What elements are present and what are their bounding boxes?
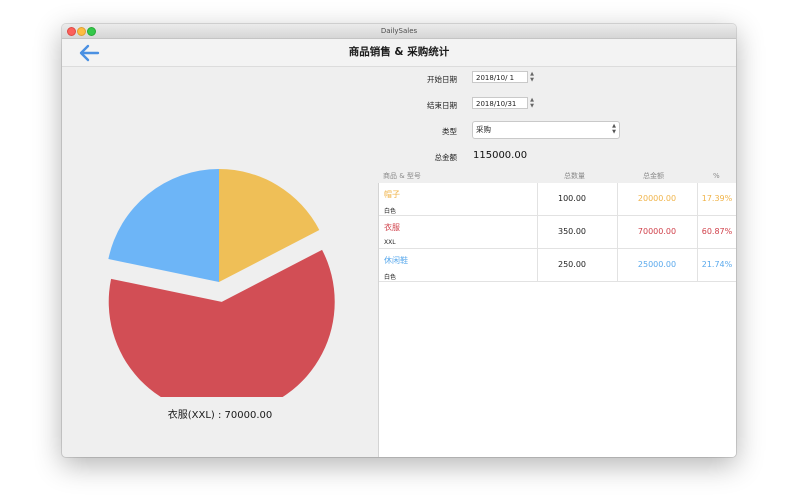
product-quantity: 100.00 (558, 194, 586, 203)
start-date-field[interactable]: 2018/10/ 1 (472, 71, 528, 83)
product-model: 白色 (384, 274, 397, 281)
header-amount: 总金额 (643, 172, 664, 180)
start-date-label: 开始日期 (427, 75, 457, 84)
product-quantity: 350.00 (558, 227, 586, 236)
chart-panel: 衣服(XXL) : 70000.00 (62, 67, 378, 457)
total-amount-label: 总金额 (434, 153, 458, 162)
window-title: DailySales (380, 27, 418, 35)
table-row[interactable]: 衣服 XXL 350.00 70000.00 60.87% (379, 216, 736, 249)
header-quantity: 总数量 (564, 172, 585, 180)
type-label: 类型 (442, 127, 457, 136)
app-window: DailySales 商品销售 & 采购统计 衣服(XXL) : 70000.0… (62, 24, 736, 457)
product-name: 休闲鞋 (384, 256, 408, 265)
header-product: 商品 & 型号 (383, 172, 421, 180)
product-name: 帽子 (384, 190, 400, 199)
arrow-left-icon (79, 44, 100, 62)
end-date-field[interactable]: 2018/10/31 (472, 97, 528, 109)
type-select-value: 采购 (476, 125, 491, 134)
end-date-label: 结束日期 (427, 101, 457, 110)
end-date-stepper[interactable]: ▲ ▼ (529, 97, 535, 109)
product-percent: 17.39% (701, 194, 733, 203)
page-title: 商品销售 & 采购统计 (348, 46, 450, 58)
chevron-updown-icon: ▲ ▼ (612, 123, 616, 135)
product-amount: 25000.00 (637, 260, 677, 269)
product-quantity: 250.00 (558, 260, 586, 269)
product-model: XXL (384, 239, 396, 246)
product-model: 白色 (384, 208, 397, 215)
sales-pie-chart[interactable] (62, 67, 378, 397)
product-amount: 20000.00 (637, 194, 677, 203)
table-row[interactable]: 休闲鞋 白色 250.00 25000.00 21.74% (379, 249, 736, 282)
navigation-bar: 商品销售 & 采购统计 (62, 39, 736, 67)
total-amount-value: 115000.00 (473, 150, 528, 161)
title-bar: DailySales (62, 24, 736, 39)
table-row[interactable]: 帽子 白色 100.00 20000.00 17.39% (379, 183, 736, 216)
header-percent: % (713, 172, 720, 180)
type-select[interactable]: 采购 ▲ ▼ (472, 121, 620, 139)
table-header: 商品 & 型号 总数量 总金额 % (378, 171, 736, 182)
back-button[interactable] (76, 42, 102, 64)
product-name: 衣服 (384, 223, 400, 232)
pie-slice[interactable] (108, 169, 219, 282)
product-amount: 70000.00 (637, 227, 677, 236)
product-percent: 60.87% (701, 227, 733, 236)
pie-selection-label: 衣服(XXL) : 70000.00 (167, 410, 273, 421)
start-date-stepper[interactable]: ▲ ▼ (529, 71, 535, 83)
product-percent: 21.74% (701, 260, 733, 269)
sales-table: 帽子 白色 100.00 20000.00 17.39% 衣服 XXL 350.… (378, 183, 736, 457)
